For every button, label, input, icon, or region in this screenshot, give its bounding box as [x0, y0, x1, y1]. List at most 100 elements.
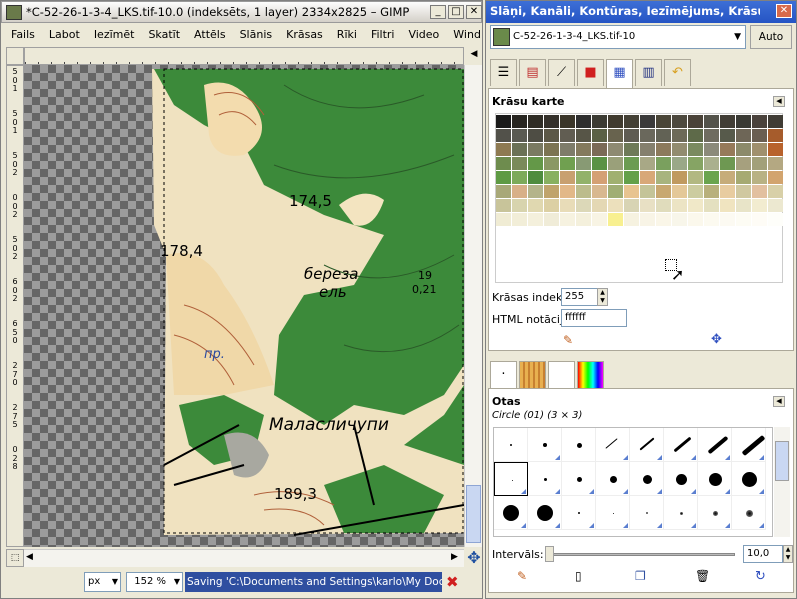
colormap-swatch[interactable] [720, 115, 735, 128]
dock-titlebar[interactable]: Slāņi, Kanāli, Kontūras, Iezīmējums, Krā… [486, 1, 796, 23]
image-select[interactable]: C-52-26-1-3-4_LKS.tif-10 ▼ [490, 25, 746, 49]
colormap-swatch[interactable] [656, 185, 671, 198]
colormap-swatch[interactable] [560, 213, 575, 226]
brush-grid[interactable] [493, 427, 773, 537]
colormap-swatch[interactable] [672, 143, 687, 156]
colormap-swatch[interactable] [672, 129, 687, 142]
interval-spinner[interactable]: ▲ ▼ [783, 545, 793, 563]
colormap-swatch[interactable] [592, 157, 607, 170]
navigate-arrow-button[interactable]: ◀ [466, 49, 482, 63]
canvas-viewport[interactable]: 174,5 178,4 береза ель 19 0,21 пр. Малас… [24, 65, 464, 547]
colormap-swatch[interactable] [640, 213, 655, 226]
colormap-swatch[interactable] [624, 115, 639, 128]
brush-cell[interactable] [664, 428, 698, 462]
navigate-icon[interactable]: ✥ [465, 549, 483, 567]
colormap-swatch[interactable] [544, 157, 559, 170]
tab-channels[interactable]: ▤ [519, 59, 546, 86]
colormap-swatch[interactable] [528, 171, 543, 184]
duplicate-brush-icon[interactable]: ❐ [635, 569, 646, 583]
colormap-swatch[interactable] [496, 185, 511, 198]
colormap-swatch[interactable] [688, 213, 703, 226]
vertical-scroll-thumb[interactable] [466, 485, 481, 543]
colormap-swatch[interactable] [608, 115, 623, 128]
colormap-swatch[interactable] [640, 143, 655, 156]
brush-cell[interactable] [562, 428, 596, 462]
colormap-swatch[interactable] [704, 115, 719, 128]
tab-selection[interactable]: ■ [577, 59, 604, 86]
menu-fails[interactable]: Fails [11, 28, 35, 41]
tab-colormap[interactable]: ▦ [606, 59, 633, 88]
brush-cell[interactable] [528, 496, 562, 530]
colormap-swatch[interactable] [560, 157, 575, 170]
image-window-titlebar[interactable]: *C-52-26-1-3-4_LKS.tif-10.0 (indeksēts, … [1, 1, 482, 23]
colormap-swatch[interactable] [688, 199, 703, 212]
brush-cell[interactable] [664, 462, 698, 496]
colormap-swatch[interactable] [656, 129, 671, 142]
colormap-swatch[interactable] [624, 213, 639, 226]
brush-cell[interactable] [630, 428, 664, 462]
brush-cell[interactable] [528, 462, 562, 496]
brushes-menu-button[interactable]: ◀ [773, 396, 785, 407]
refresh-brushes-icon[interactable]: ↻ [755, 569, 766, 584]
colormap-swatch[interactable] [704, 143, 719, 156]
colormap-swatch[interactable] [752, 171, 767, 184]
colormap-swatch[interactable] [512, 171, 527, 184]
colormap-swatch[interactable] [768, 129, 783, 142]
colormap-swatch[interactable] [688, 115, 703, 128]
colormap-swatch[interactable] [592, 185, 607, 198]
brush-cell[interactable] [630, 496, 664, 530]
colormap-swatch[interactable] [688, 157, 703, 170]
tab-histogram[interactable]: ▥ [635, 59, 662, 86]
colormap-swatch[interactable] [528, 129, 543, 142]
brush-scrollbar[interactable] [774, 427, 790, 537]
menu-filtri[interactable]: Filtri [371, 28, 395, 41]
brush-cell[interactable] [732, 462, 766, 496]
colormap-swatch[interactable] [576, 213, 591, 226]
color-index-spinner[interactable]: ▲ ▼ [597, 288, 608, 306]
interval-slider-thumb[interactable] [545, 546, 554, 562]
colormap-swatch[interactable] [544, 143, 559, 156]
menu-windows[interactable]: Windows [453, 28, 481, 41]
colormap-swatch[interactable] [592, 143, 607, 156]
colormap-swatch[interactable] [640, 171, 655, 184]
colormap-swatch[interactable] [576, 157, 591, 170]
colormap-swatch[interactable] [608, 129, 623, 142]
colormap-swatch[interactable] [768, 143, 783, 156]
colormap-swatch[interactable] [576, 115, 591, 128]
ruler-corner-button[interactable] [6, 47, 24, 65]
colormap-swatch[interactable] [672, 171, 687, 184]
menu-iezimet[interactable]: Iezīmēt [94, 28, 135, 41]
colormap-swatch[interactable] [624, 185, 639, 198]
colormap-swatch[interactable] [688, 171, 703, 184]
brush-cell[interactable] [494, 428, 528, 462]
colormap-swatch[interactable] [720, 213, 735, 226]
colormap-swatch[interactable] [752, 157, 767, 170]
colormap-swatch[interactable] [608, 157, 623, 170]
brush-cell[interactable] [698, 462, 732, 496]
colormap-swatch[interactable] [752, 185, 767, 198]
brush-cell[interactable] [596, 428, 630, 462]
brush-cell[interactable] [562, 462, 596, 496]
vertical-scrollbar[interactable] [464, 65, 482, 547]
colormap-swatch[interactable] [496, 115, 511, 128]
menu-video[interactable]: Video [408, 28, 439, 41]
colormap-swatch[interactable] [736, 143, 751, 156]
colormap-swatch[interactable] [560, 129, 575, 142]
colormap-swatch[interactable] [768, 115, 783, 128]
tab-patterns[interactable] [519, 361, 546, 388]
colormap-swatch[interactable] [704, 129, 719, 142]
colormap-swatch[interactable] [560, 171, 575, 184]
colormap-swatch[interactable] [640, 115, 655, 128]
colormap-swatch[interactable] [576, 143, 591, 156]
colormap-swatch[interactable] [688, 129, 703, 142]
colormap-swatch[interactable] [496, 213, 511, 226]
colormap-swatch[interactable] [656, 213, 671, 226]
brush-cell[interactable] [630, 462, 664, 496]
colormap-swatch[interactable] [592, 171, 607, 184]
scroll-right-arrow[interactable]: ▶ [451, 552, 458, 562]
colormap-swatch[interactable] [736, 157, 751, 170]
colormap-swatch[interactable] [704, 185, 719, 198]
colormap-swatch[interactable] [656, 171, 671, 184]
colormap-swatch[interactable] [672, 115, 687, 128]
edit-brush-icon[interactable]: ✎ [517, 569, 527, 583]
